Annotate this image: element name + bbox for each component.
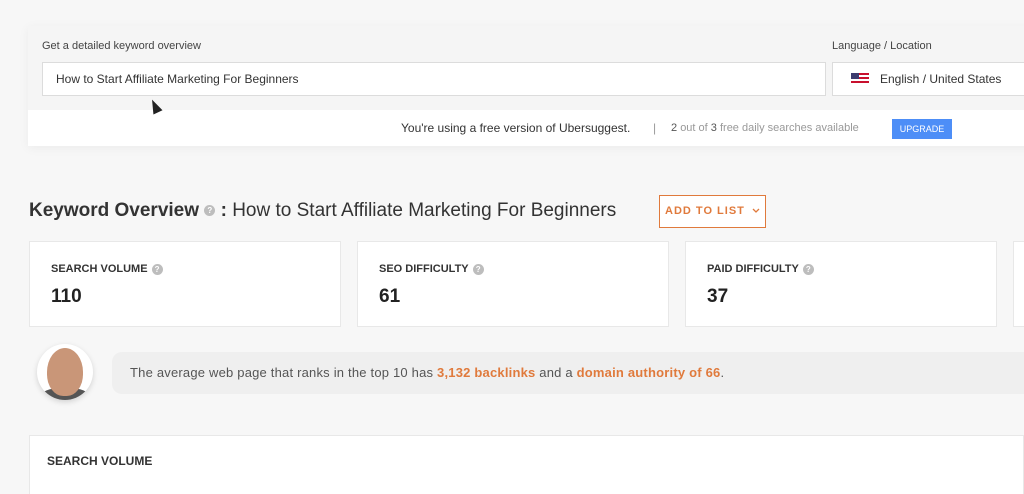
paid-difficulty-card: PAID DIFFICULTY? 37 <box>685 241 997 327</box>
page-title: Keyword Overview ? : How to Start Affili… <box>29 200 616 222</box>
upgrade-button[interactable]: UPGRADE <box>892 119 952 139</box>
keyword-label: Get a detailed keyword overview <box>42 40 201 52</box>
avatar-face <box>47 348 83 396</box>
free-version-text: You're using a free version of Ubersugge… <box>401 121 631 135</box>
help-icon[interactable]: ? <box>151 263 163 275</box>
search-count: 2 out of 3 free daily searches available <box>671 122 859 134</box>
language-value: English / United States <box>880 72 1002 86</box>
keyword-input[interactable]: How to Start Affiliate Marketing For Beg… <box>42 62 826 96</box>
language-select[interactable]: English / United States <box>832 62 1024 96</box>
search-card: Get a detailed keyword overview Language… <box>28 26 1024 146</box>
overview-keyword: How to Start Affiliate Marketing For Beg… <box>232 200 617 221</box>
search-volume-card: SEARCH VOLUME? 110 <box>29 241 341 327</box>
help-icon[interactable]: ? <box>204 205 216 217</box>
language-label: Language / Location <box>832 40 932 52</box>
metric-label: SEO DIFFICULTY? <box>379 263 484 275</box>
title-colon: : <box>220 200 227 221</box>
help-icon[interactable]: ? <box>472 263 484 275</box>
tip-message: The average web page that ranks in the t… <box>112 352 1024 394</box>
searches-suffix: free daily searches available <box>719 122 859 134</box>
metric-card-partial <box>1013 241 1024 327</box>
metric-label: PAID DIFFICULTY? <box>707 263 814 275</box>
seo-difficulty-card: SEO DIFFICULTY? 61 <box>357 241 669 327</box>
searches-total: 3 <box>710 122 717 134</box>
backlinks-highlight: 3,132 backlinks <box>437 365 536 380</box>
metric-value: 61 <box>379 286 401 307</box>
out-of-text: out of <box>680 122 708 134</box>
us-flag-icon <box>851 73 869 85</box>
tip-prefix: The average web page that ranks in the t… <box>130 365 434 380</box>
metric-value: 110 <box>51 286 82 307</box>
search-panel: Get a detailed keyword overview Language… <box>28 26 1024 110</box>
search-volume-section: SEARCH VOLUME <box>29 435 1024 494</box>
metric-label-text: PAID DIFFICULTY <box>707 263 799 275</box>
add-to-list-label: ADD TO LIST <box>665 205 745 217</box>
overview-title: Keyword Overview <box>29 200 200 221</box>
domain-authority-highlight: domain authority of 66 <box>576 365 721 380</box>
tip-middle: and a <box>539 365 573 380</box>
metric-label-text: SEARCH VOLUME <box>51 263 148 275</box>
searches-used: 2 <box>671 122 678 134</box>
tip-end: . <box>720 365 725 380</box>
free-version-notice: You're using a free version of Ubersugge… <box>28 110 1024 146</box>
metric-label: SEARCH VOLUME? <box>51 263 163 275</box>
help-icon[interactable]: ? <box>802 263 814 275</box>
chevron-down-icon <box>752 208 760 214</box>
notice-separator: | <box>653 121 657 135</box>
add-to-list-button[interactable]: ADD TO LIST <box>659 195 766 228</box>
metric-label-text: SEO DIFFICULTY <box>379 263 469 275</box>
metric-value: 37 <box>707 286 729 307</box>
section-title: SEARCH VOLUME <box>47 454 153 468</box>
avatar <box>37 344 93 400</box>
